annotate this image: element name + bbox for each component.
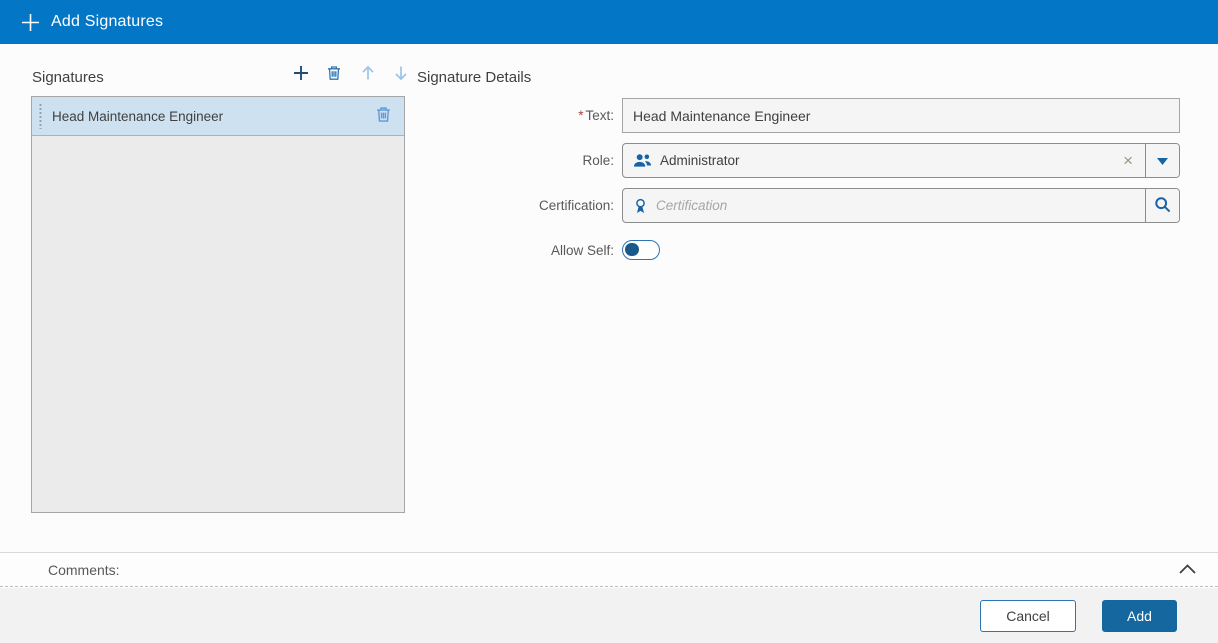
plus-icon — [293, 65, 309, 84]
text-field-row: *Text: — [417, 98, 1180, 133]
comments-collapse-button[interactable] — [1177, 560, 1198, 579]
comments-label: Comments: — [48, 562, 120, 578]
arrow-down-icon — [393, 65, 409, 84]
move-up-button[interactable] — [358, 63, 378, 86]
caret-down-icon — [1157, 153, 1168, 168]
trash-icon — [375, 106, 392, 126]
delete-signature-button[interactable] — [324, 63, 344, 86]
signature-list-item[interactable]: Head Maintenance Engineer — [32, 97, 404, 136]
certification-lookup[interactable] — [622, 188, 1180, 223]
certification-field-label: Certification: — [417, 198, 622, 213]
text-input[interactable] — [622, 98, 1180, 133]
certification-search-button[interactable] — [1145, 189, 1179, 222]
grip-dots-icon[interactable] — [39, 103, 42, 129]
allow-self-label: Allow Self: — [417, 243, 622, 258]
ribbon-badge-icon — [633, 198, 648, 214]
chevron-up-icon — [1179, 562, 1196, 577]
text-field-label: *Text: — [417, 108, 622, 123]
people-icon — [633, 153, 652, 168]
allow-self-toggle[interactable] — [622, 240, 660, 260]
signatures-panel-title: Signatures — [32, 69, 104, 86]
dialog-header: Add Signatures — [0, 0, 1218, 44]
certification-input[interactable] — [656, 198, 1145, 213]
signature-item-label: Head Maintenance Engineer — [52, 109, 363, 124]
magnifier-icon — [1154, 196, 1171, 216]
arrow-up-icon — [360, 65, 376, 84]
details-panel-title: Signature Details — [417, 69, 531, 86]
role-value: Administrator — [660, 153, 1111, 168]
toggle-knob — [625, 243, 639, 257]
dialog-title: Add Signatures — [51, 13, 163, 31]
clear-x-icon[interactable]: × — [1111, 152, 1145, 169]
required-asterisk: * — [578, 108, 583, 123]
dialog-footer: Cancel Add — [0, 588, 1218, 643]
allow-self-row: Allow Self: — [417, 239, 1180, 261]
signatures-list: Head Maintenance Engineer — [31, 96, 405, 513]
role-combobox[interactable]: Administrator × — [622, 143, 1180, 178]
cancel-button[interactable]: Cancel — [980, 600, 1076, 632]
certification-field-row: Certification: — [417, 188, 1180, 223]
add-button[interactable]: Add — [1102, 600, 1177, 632]
role-field-label: Role: — [417, 153, 622, 168]
trash-icon — [326, 65, 342, 84]
comments-section-header: Comments: — [0, 552, 1218, 587]
item-delete-button[interactable] — [373, 104, 394, 128]
add-signature-button[interactable] — [291, 63, 311, 86]
move-down-button[interactable] — [391, 63, 411, 86]
role-dropdown-button[interactable] — [1145, 144, 1179, 177]
role-field-row: Role: Administrator × — [417, 143, 1180, 178]
add-signatures-plus-icon — [21, 13, 40, 32]
signatures-toolbar — [291, 62, 411, 86]
